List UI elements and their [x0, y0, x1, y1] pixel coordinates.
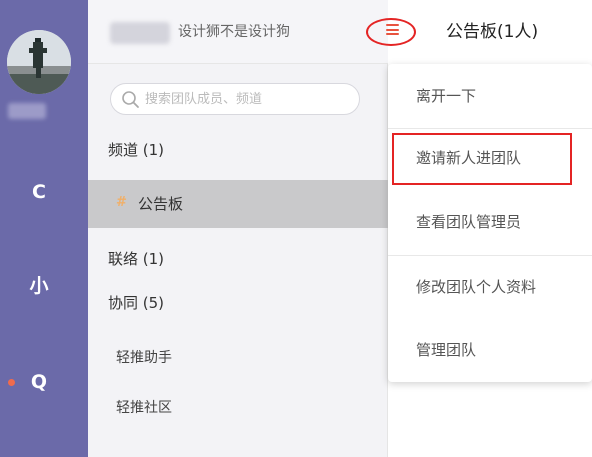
team-menu-dropdown: 离开一下 邀请新人进团队 查看团队管理员 修改团队个人资料 管理团队	[388, 64, 592, 382]
menu-item-view-admins[interactable]: 查看团队管理员	[388, 192, 592, 252]
avatar-photo-icon	[7, 30, 71, 94]
menu-highlight-circle	[366, 18, 416, 46]
channel-item-announcement[interactable]: # 公告板	[88, 180, 388, 228]
rail-team-q[interactable]: Q	[0, 367, 88, 397]
rail-team-xiao-label: 小	[29, 275, 49, 297]
menu-item-away[interactable]: 离开一下	[388, 66, 592, 126]
search-box[interactable]	[110, 83, 360, 115]
rail-team-xiao[interactable]: 小	[0, 271, 88, 301]
collab-item-assistant[interactable]: 轻推助手	[116, 348, 172, 368]
avatar[interactable]	[7, 30, 71, 94]
team-header: 设计狮不是设计狗	[88, 0, 388, 64]
team-panel: 设计狮不是设计狗 频道 (1) # 公告板 联络 (1) 协同 (5) 轻推助手…	[88, 0, 388, 457]
notification-dot-icon	[8, 379, 15, 386]
rail-team-c[interactable]: C	[0, 177, 88, 207]
board-title: 公告板(1人)	[446, 22, 539, 42]
rail-team-c-label: C	[32, 181, 46, 203]
team-rail: C 小 Q	[0, 0, 88, 457]
team-name: 设计狮不是设计狗	[178, 24, 290, 40]
menu-item-manage-team[interactable]: 管理团队	[388, 320, 592, 380]
blurred-team-logo	[110, 22, 170, 44]
search-icon	[122, 91, 139, 108]
channels-section-label[interactable]: 频道 (1)	[108, 140, 164, 160]
invite-highlight-box	[392, 133, 572, 185]
collab-item-community[interactable]: 轻推社区	[116, 398, 172, 418]
rail-team-q-label: Q	[30, 371, 48, 393]
blurred-user-name	[8, 103, 46, 119]
menu-divider	[388, 255, 592, 256]
channel-item-label: 公告板	[138, 195, 184, 213]
collab-section-label[interactable]: 协同 (5)	[108, 293, 164, 313]
channel-hash-icon: #	[116, 195, 127, 210]
search-input[interactable]	[145, 88, 345, 110]
menu-item-edit-profile[interactable]: 修改团队个人资料	[388, 257, 592, 317]
contacts-section-label[interactable]: 联络 (1)	[108, 249, 164, 269]
